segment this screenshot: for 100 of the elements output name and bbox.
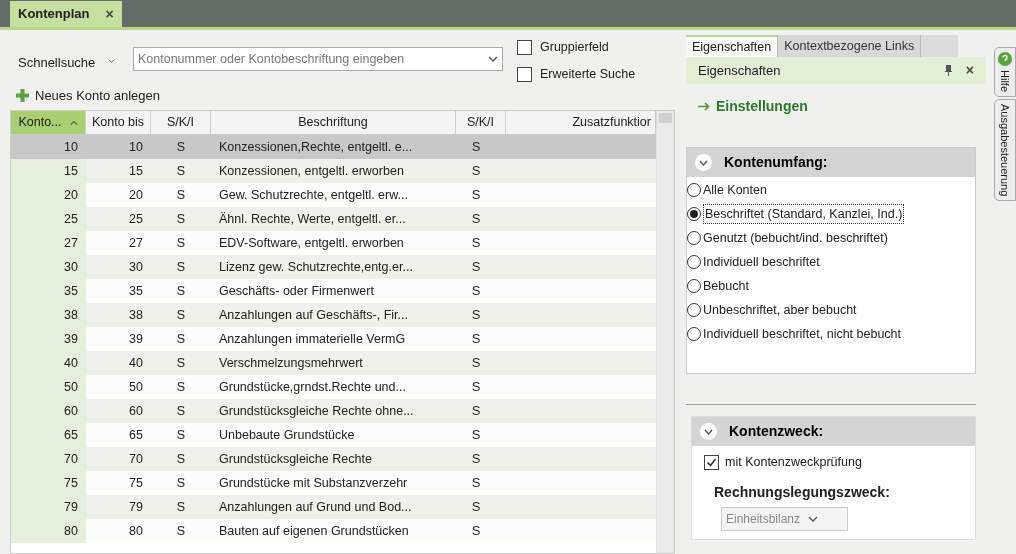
table-cell-text: S xyxy=(471,186,482,204)
table-row[interactable]: 15 15 S Konzessionen, entgeltl. erworben S xyxy=(11,159,656,183)
chevron-down-icon xyxy=(808,515,819,522)
table-cell-text: Anzahlungen auf Grund und Bod... xyxy=(218,498,413,516)
table-cell-text: S xyxy=(471,498,482,516)
table-cell-text: S xyxy=(471,258,482,276)
table-cell-text: Grundstücksgleiche Rechte ohne... xyxy=(218,402,415,420)
table-cell-text: Ähnl. Rechte, Werte, entgeltl. er... xyxy=(218,210,407,228)
radio-label: Individuell beschriftet, nicht bebucht xyxy=(703,325,902,343)
table-cell: 15 xyxy=(11,159,86,183)
table-cell-text: S xyxy=(471,234,482,252)
side-tab[interactable]: Hilfe xyxy=(994,47,1016,97)
section-title: Kontenzweck: xyxy=(729,422,824,441)
radio-button[interactable] xyxy=(687,255,701,269)
close-icon[interactable]: × xyxy=(105,3,114,25)
table-row[interactable]: 50 50 S Grundstücke,grndst.Rechte und... S xyxy=(11,375,656,399)
table-cell-text: Grundstücke,grndst.Rechte und... xyxy=(218,378,407,396)
table-cell-text: S xyxy=(175,306,187,324)
close-icon[interactable]: × xyxy=(965,60,974,81)
table-cell-text: 70 xyxy=(128,450,144,468)
table-cell-text: S xyxy=(175,138,187,156)
pin-icon[interactable] xyxy=(944,65,952,76)
table-cell-text: S xyxy=(175,186,187,204)
section-header[interactable]: Kontenumfang: xyxy=(687,148,975,177)
radio-button[interactable] xyxy=(687,183,701,197)
table-row[interactable]: 60 60 S Grundstücksgleiche Rechte ohne... S xyxy=(11,399,656,423)
checkbox[interactable] xyxy=(517,39,532,55)
table-cell-text: S xyxy=(175,282,187,300)
table-cell-text: 38 xyxy=(128,306,144,324)
table-cell-text: 50 xyxy=(128,378,144,396)
table-row[interactable]: 75 75 S Grundstücke mit Substanzverzehr S xyxy=(11,471,656,495)
table-row[interactable]: 27 27 S EDV-Software, entgeltl. erworben S xyxy=(11,231,656,255)
table-row[interactable]: 39 39 S Anzahlungen immaterielle VermG S xyxy=(11,327,656,351)
checkbox[interactable] xyxy=(704,454,719,470)
table-cell-text: S xyxy=(471,210,482,228)
table-cell-text: 10 xyxy=(63,138,79,156)
table-row[interactable]: 20 20 S Gew. Schutzrechte, entgeltl. erw... S xyxy=(11,183,656,207)
panel-tab[interactable]: Kontextbezogene Links xyxy=(778,35,922,57)
column-header[interactable]: Konto bis xyxy=(86,111,151,134)
table-cell-text: 20 xyxy=(128,186,144,204)
section-header[interactable]: Kontenzweck: xyxy=(692,417,975,446)
radio-button[interactable] xyxy=(687,279,701,293)
table-cell-text: S xyxy=(175,210,187,228)
collapse-icon[interactable] xyxy=(695,154,712,171)
column-header[interactable]: S/K/I xyxy=(151,111,211,134)
table-cell-text: 40 xyxy=(128,354,144,372)
table-row[interactable]: 80 80 S Bauten auf eigenen Grundstücken S xyxy=(11,519,656,543)
tab-title: Kontenplan xyxy=(18,5,90,24)
radio-button[interactable] xyxy=(687,207,701,221)
document-tab[interactable]: Kontenplan × xyxy=(10,1,122,27)
checkbox[interactable] xyxy=(517,66,532,82)
panel-tab[interactable]: Eigenschaften xyxy=(686,35,779,57)
column-header[interactable]: Beschriftung xyxy=(211,111,456,134)
table-cell-text: S xyxy=(471,426,482,444)
radio-button[interactable] xyxy=(687,303,701,317)
table-row[interactable]: 40 40 S Verschmelzungsmehrwert S xyxy=(11,351,656,375)
table-cell-text: S xyxy=(175,330,187,348)
table-row[interactable]: 25 25 S Ähnl. Rechte, Werte, entgeltl. er... S xyxy=(11,207,656,231)
table-cell-text: 25 xyxy=(128,210,144,228)
column-header[interactable]: S/K/I xyxy=(456,111,506,134)
table-cell: 27 xyxy=(11,231,86,255)
table-cell: 65 xyxy=(11,423,86,447)
table-cell-text: S xyxy=(471,354,482,372)
table-row[interactable]: 10 10 S Konzessionen,Rechte, entgeltl. e... S xyxy=(11,135,656,159)
table-row[interactable]: 38 38 S Anzahlungen auf Geschäfts-, Fir... S xyxy=(11,303,656,327)
table-row[interactable]: 79 79 S Anzahlungen auf Grund und Bod... S xyxy=(11,495,656,519)
collapse-icon[interactable] xyxy=(700,423,717,440)
settings-link[interactable]: Einstellungen xyxy=(698,96,808,117)
table-cell: 39 xyxy=(11,327,86,351)
scrollbar[interactable] xyxy=(656,111,674,553)
table-cell-text: S xyxy=(175,378,187,396)
table-cell: 60 xyxy=(11,399,86,423)
table-row[interactable]: 35 35 S Geschäfts- oder Firmenwert S xyxy=(11,279,656,303)
table-cell-text: 39 xyxy=(128,330,144,348)
radio-button[interactable] xyxy=(687,231,701,245)
checkbox-label: mit Kontenzweckprüfung xyxy=(725,454,862,471)
table-cell: 25 xyxy=(11,207,86,231)
table-cell-text: Grundstücke mit Substanzverzehr xyxy=(218,474,409,492)
table-cell-text: 10 xyxy=(128,138,144,156)
side-tab[interactable]: Ausgabesteuerung xyxy=(994,99,1016,202)
table-cell-text: S xyxy=(471,378,482,396)
radio-button[interactable] xyxy=(687,327,701,341)
table-row[interactable]: 30 30 S Lizenz gew. Schutzrechte,entg.er... S xyxy=(11,255,656,279)
table-cell-text: 79 xyxy=(128,498,144,516)
table-cell-text: Konzessionen,Rechte, entgeltl. e... xyxy=(218,138,414,156)
table-cell-text: 15 xyxy=(128,162,144,180)
column-header[interactable]: Konto... xyxy=(11,111,86,134)
table-row[interactable]: 65 65 S Unbebaute Grundstücke S xyxy=(11,423,656,447)
table-cell-text: S xyxy=(471,138,482,156)
table-cell-text: Konzessionen, entgeltl. erworben xyxy=(218,162,405,180)
table-cell-text: S xyxy=(175,498,187,516)
table-cell-text: S xyxy=(471,402,482,420)
table-cell: 30 xyxy=(11,255,86,279)
table-cell-text: S xyxy=(175,522,187,540)
table-cell-text: Grundstücksgleiche Rechte xyxy=(218,450,373,468)
table-cell-text: S xyxy=(471,162,482,180)
table-cell-text: Anzahlungen immaterielle VermG xyxy=(218,330,407,348)
table-row[interactable]: 70 70 S Grundstücksgleiche Rechte S xyxy=(11,447,656,471)
search-field[interactable]: Kontonummer oder Kontobeschriftung eingeben xyxy=(133,47,503,71)
new-account-button[interactable]: Neues Konto anlegen xyxy=(16,85,161,105)
